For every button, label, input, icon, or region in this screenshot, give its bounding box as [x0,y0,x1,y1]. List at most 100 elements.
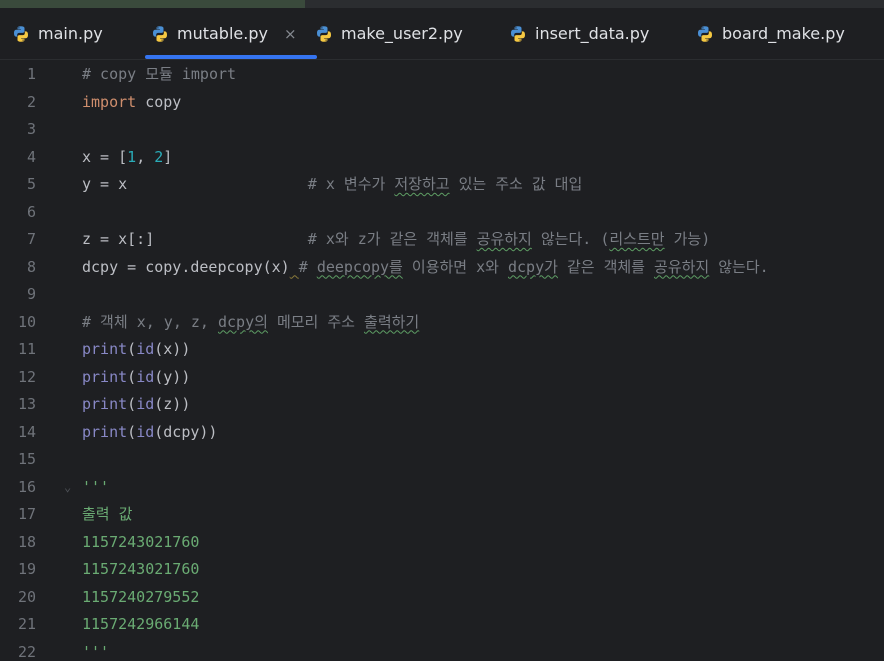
tab-main-py[interactable]: main.py [12,8,103,59]
code-line[interactable]: ''' [82,474,109,502]
tab-label: mutable.py [177,24,268,43]
code-token-string: 1157243021760 [82,532,200,551]
code-token-comment: 공유하지 [476,230,532,248]
code-token-plain: copy [136,92,182,111]
tab-insert-data-py[interactable]: insert_data.py [509,8,649,59]
code-token-builtin: id [136,422,155,441]
code-token-plain: (z)) [154,395,191,413]
code-line[interactable]: print(id(dcpy)) [82,419,217,447]
line-number: 21 [17,615,36,633]
code-token-string: 출력 값 [82,505,133,523]
code-line[interactable]: y = x # x 변수가 저장하고 있는 주소 값 대입 [82,171,582,199]
active-tab-indicator [145,55,317,59]
code-line[interactable]: 1157243021760 [82,556,199,584]
line-number: 6 [26,202,36,221]
tab-board-make-py[interactable]: board_make.py [696,8,845,59]
code-token-plain: , [136,147,155,166]
code-token-comment: # 객체 x, y, z, [82,312,218,331]
fold-chevron-icon[interactable]: ⌄ [64,474,71,502]
code-line[interactable]: print(id(x)) [82,336,190,364]
code-token-plain: y = x [82,175,308,193]
tab-mutable-py[interactable]: mutable.py × [145,8,317,59]
code-token-plain: x = [ [82,147,128,166]
code-token-comment: 출력하기 [364,312,420,331]
code-token-plain: ] [163,147,173,166]
line-number: 7 [26,230,36,248]
python-icon [315,25,333,43]
code-line[interactable]: z = x[:] # x와 z가 같은 객체를 공유하지 않는다. (리스트만 … [82,226,710,254]
line-number: 11 [17,340,36,358]
code-token-string: 1157242966144 [82,615,200,633]
code-line[interactable]: dcpy = copy.deepcopy(x) # deepcopy를 이용하면… [82,254,769,282]
code-token-plain: ( [127,422,137,441]
code-line[interactable]: import copy [82,89,181,117]
code-token-comment: 있는 주소 값 대입 [449,175,583,193]
code-line[interactable]: print(id(z)) [82,391,190,419]
code-token-builtin: print [82,422,128,441]
line-number: 22 [17,642,36,661]
line-number: 10 [17,312,36,331]
tab-label: make_user2.py [341,24,463,43]
tab-label: board_make.py [722,24,845,43]
code-token-plain: ( [127,395,137,413]
line-number: 3 [26,120,36,138]
code-token-string: ''' [82,477,110,496]
code-token-builtin: id [136,367,155,386]
code-token-comment: dcpy의 [217,312,268,331]
code-line[interactable]: print(id(y)) [82,364,190,392]
code-token-builtin: print [82,367,128,386]
line-number: 19 [17,560,36,578]
code-token-comment: deepcopy를 [316,257,403,276]
close-icon[interactable]: × [284,25,297,43]
tab-label: main.py [38,24,103,43]
code-token-comment: # x와 z가 같은 객체를 [307,230,477,248]
code-token-comment: 가능) [664,230,711,248]
line-number: 12 [17,367,36,386]
code-token-comment: # copy 모듈 import [82,65,237,83]
code-token-number: 2 [154,147,164,166]
line-number: 13 [17,395,36,413]
code-token-plain: z = x[:] [82,230,308,248]
python-icon [509,25,527,43]
code-token-string: 1157240279552 [82,587,200,606]
code-token-comment: dcpy가 [507,257,558,276]
code-token-comment: # [298,257,317,276]
code-line[interactable]: x = [1, 2] [82,144,172,172]
code-token-keyword: import [82,92,137,111]
code-token-comment: 공유하지 [654,257,710,276]
code-token-builtin: id [136,395,155,413]
code-token-plain: dcpy = copy.deepcopy(x) [82,257,290,276]
python-icon [696,25,714,43]
code-token-plain: (dcpy)) [154,422,218,441]
code-line[interactable]: ''' [82,639,109,661]
code-token-comment: 이용하면 x와 [402,257,508,276]
line-number: 20 [17,587,36,606]
code-line[interactable]: 출력 값 [82,501,132,529]
code-line[interactable]: 1157243021760 [82,529,199,557]
line-number: 4 [26,147,36,166]
code-token-comment: 않는다. [709,257,769,276]
code-token-builtin: id [136,340,155,358]
line-number: 15 [17,450,36,468]
line-number: 14 [17,422,36,441]
code-token-plain: ( [127,367,137,386]
line-number: 16 [17,477,36,496]
code-token-builtin: print [82,395,128,413]
code-line[interactable]: # 객체 x, y, z, dcpy의 메모리 주소 출력하기 [82,309,419,337]
code-token-string: ''' [82,642,110,661]
code-token-comment: 같은 객체를 [557,257,655,276]
code-editor[interactable]: 1 # copy 모듈 import 2 import copy 3 4 x = [1, 2… [0,60,884,661]
line-number: 17 [17,505,36,523]
code-line[interactable]: 1157242966144 [82,611,199,639]
code-token-comment: # x 변수가 [307,175,395,193]
window-top-strip [0,0,884,8]
code-token-comment: 저장하고 [394,175,450,193]
code-line[interactable]: # copy 모듈 import [82,61,236,89]
code-line[interactable]: 1157240279552 [82,584,199,612]
line-number: 1 [26,65,36,83]
code-token-comment: 리스트만 [609,230,665,248]
line-number: 5 [26,175,36,193]
tab-make-user2-py[interactable]: make_user2.py [315,8,463,59]
code-token-plain: ( [127,340,137,358]
